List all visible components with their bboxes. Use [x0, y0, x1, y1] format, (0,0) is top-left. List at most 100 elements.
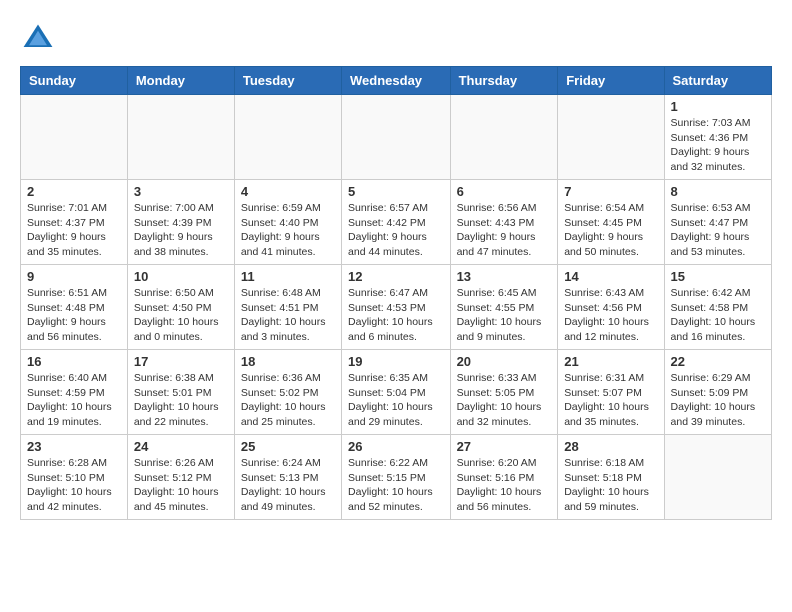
day-info: Sunrise: 6:48 AM Sunset: 4:51 PM Dayligh…	[241, 286, 335, 345]
day-number: 1	[671, 99, 765, 114]
day-number: 13	[457, 269, 552, 284]
calendar-cell	[664, 435, 771, 520]
day-number: 22	[671, 354, 765, 369]
day-info: Sunrise: 6:54 AM Sunset: 4:45 PM Dayligh…	[564, 201, 657, 260]
calendar-cell: 25 Sunrise: 6:24 AM Sunset: 5:13 PM Dayli…	[234, 435, 341, 520]
calendar-cell: 20Sunrise: 6:33 AM Sunset: 5:05 PM Dayli…	[450, 350, 558, 435]
day-number: 5	[348, 184, 444, 199]
day-info: Sunrise: 6:35 AM Sunset: 5:04 PM Dayligh…	[348, 371, 444, 430]
day-number: 25	[241, 439, 335, 454]
day-info: Sunrise: 6:42 AM Sunset: 4:58 PM Dayligh…	[671, 286, 765, 345]
calendar-cell	[234, 95, 341, 180]
day-number: 18	[241, 354, 335, 369]
day-number: 8	[671, 184, 765, 199]
day-info: Sunrise: 6:51 AM Sunset: 4:48 PM Dayligh…	[27, 286, 121, 345]
day-info: Sunrise: 6:29 AM Sunset: 5:09 PM Dayligh…	[671, 371, 765, 430]
calendar-cell: 11 Sunrise: 6:48 AM Sunset: 4:51 PM Dayli…	[234, 265, 341, 350]
calendar-cell: 2 Sunrise: 7:01 AM Sunset: 4:37 PM Daylig…	[21, 180, 128, 265]
day-info: Sunrise: 7:00 AM Sunset: 4:39 PM Dayligh…	[134, 201, 228, 260]
day-number: 27	[457, 439, 552, 454]
calendar-cell	[450, 95, 558, 180]
day-number: 4	[241, 184, 335, 199]
calendar-cell: 4 Sunrise: 6:59 AM Sunset: 4:40 PM Daylig…	[234, 180, 341, 265]
day-number: 7	[564, 184, 657, 199]
day-number: 21	[564, 354, 657, 369]
day-info: Sunrise: 6:53 AM Sunset: 4:47 PM Dayligh…	[671, 201, 765, 260]
day-header-thursday: Thursday	[450, 67, 558, 95]
calendar-cell: 8 Sunrise: 6:53 AM Sunset: 4:47 PM Daylig…	[664, 180, 771, 265]
day-number: 17	[134, 354, 228, 369]
day-info: Sunrise: 6:43 AM Sunset: 4:56 PM Dayligh…	[564, 286, 657, 345]
calendar-cell: 28Sunrise: 6:18 AM Sunset: 5:18 PM Dayli…	[558, 435, 664, 520]
week-row-5: 23 Sunrise: 6:28 AM Sunset: 5:10 PM Dayli…	[21, 435, 772, 520]
day-info: Sunrise: 6:50 AM Sunset: 4:50 PM Dayligh…	[134, 286, 228, 345]
day-header-saturday: Saturday	[664, 67, 771, 95]
calendar-cell: 16Sunrise: 6:40 AM Sunset: 4:59 PM Dayli…	[21, 350, 128, 435]
calendar-cell: 12 Sunrise: 6:47 AM Sunset: 4:53 PM Dayli…	[342, 265, 451, 350]
day-number: 3	[134, 184, 228, 199]
day-number: 9	[27, 269, 121, 284]
calendar-cell: 26 Sunrise: 6:22 AM Sunset: 5:15 PM Dayli…	[342, 435, 451, 520]
day-info: Sunrise: 6:20 AM Sunset: 5:16 PM Dayligh…	[457, 456, 552, 515]
logo-icon	[20, 20, 56, 56]
calendar-header-row: SundayMondayTuesdayWednesdayThursdayFrid…	[21, 67, 772, 95]
day-header-friday: Friday	[558, 67, 664, 95]
calendar-cell: 19 Sunrise: 6:35 AM Sunset: 5:04 PM Dayli…	[342, 350, 451, 435]
calendar-cell: 9 Sunrise: 6:51 AM Sunset: 4:48 PM Daylig…	[21, 265, 128, 350]
calendar-cell: 7 Sunrise: 6:54 AM Sunset: 4:45 PM Daylig…	[558, 180, 664, 265]
day-number: 6	[457, 184, 552, 199]
day-info: Sunrise: 6:18 AM Sunset: 5:18 PM Dayligh…	[564, 456, 657, 515]
logo	[20, 20, 60, 56]
day-number: 24	[134, 439, 228, 454]
day-info: Sunrise: 6:59 AM Sunset: 4:40 PM Dayligh…	[241, 201, 335, 260]
day-header-sunday: Sunday	[21, 67, 128, 95]
day-number: 2	[27, 184, 121, 199]
day-header-tuesday: Tuesday	[234, 67, 341, 95]
week-row-4: 16Sunrise: 6:40 AM Sunset: 4:59 PM Dayli…	[21, 350, 772, 435]
day-header-monday: Monday	[127, 67, 234, 95]
day-info: Sunrise: 6:57 AM Sunset: 4:42 PM Dayligh…	[348, 201, 444, 260]
calendar-cell	[21, 95, 128, 180]
calendar-cell: 10 Sunrise: 6:50 AM Sunset: 4:50 PM Dayli…	[127, 265, 234, 350]
calendar-cell: 15 Sunrise: 6:42 AM Sunset: 4:58 PM Dayli…	[664, 265, 771, 350]
day-number: 23	[27, 439, 121, 454]
day-number: 12	[348, 269, 444, 284]
day-info: Sunrise: 6:47 AM Sunset: 4:53 PM Dayligh…	[348, 286, 444, 345]
day-info: Sunrise: 6:45 AM Sunset: 4:55 PM Dayligh…	[457, 286, 552, 345]
day-number: 10	[134, 269, 228, 284]
day-number: 19	[348, 354, 444, 369]
calendar-cell: 24 Sunrise: 6:26 AM Sunset: 5:12 PM Dayli…	[127, 435, 234, 520]
day-number: 15	[671, 269, 765, 284]
calendar-cell: 17 Sunrise: 6:38 AM Sunset: 5:01 PM Dayli…	[127, 350, 234, 435]
day-number: 26	[348, 439, 444, 454]
day-number: 20	[457, 354, 552, 369]
day-info: Sunrise: 6:38 AM Sunset: 5:01 PM Dayligh…	[134, 371, 228, 430]
day-info: Sunrise: 6:36 AM Sunset: 5:02 PM Dayligh…	[241, 371, 335, 430]
day-number: 11	[241, 269, 335, 284]
calendar-table: SundayMondayTuesdayWednesdayThursdayFrid…	[20, 66, 772, 520]
day-info: Sunrise: 6:22 AM Sunset: 5:15 PM Dayligh…	[348, 456, 444, 515]
day-info: Sunrise: 6:24 AM Sunset: 5:13 PM Dayligh…	[241, 456, 335, 515]
day-header-wednesday: Wednesday	[342, 67, 451, 95]
calendar-cell: 27 Sunrise: 6:20 AM Sunset: 5:16 PM Dayli…	[450, 435, 558, 520]
calendar-cell: 3 Sunrise: 7:00 AM Sunset: 4:39 PM Daylig…	[127, 180, 234, 265]
calendar-cell: 6 Sunrise: 6:56 AM Sunset: 4:43 PM Daylig…	[450, 180, 558, 265]
week-row-2: 2 Sunrise: 7:01 AM Sunset: 4:37 PM Daylig…	[21, 180, 772, 265]
day-info: Sunrise: 7:03 AM Sunset: 4:36 PM Dayligh…	[671, 116, 765, 175]
calendar-cell: 13 Sunrise: 6:45 AM Sunset: 4:55 PM Dayli…	[450, 265, 558, 350]
week-row-3: 9 Sunrise: 6:51 AM Sunset: 4:48 PM Daylig…	[21, 265, 772, 350]
page-header	[20, 20, 772, 56]
day-info: Sunrise: 6:31 AM Sunset: 5:07 PM Dayligh…	[564, 371, 657, 430]
day-number: 16	[27, 354, 121, 369]
calendar-cell: 21 Sunrise: 6:31 AM Sunset: 5:07 PM Dayli…	[558, 350, 664, 435]
calendar-cell: 1 Sunrise: 7:03 AM Sunset: 4:36 PM Daylig…	[664, 95, 771, 180]
calendar-cell: 22 Sunrise: 6:29 AM Sunset: 5:09 PM Dayli…	[664, 350, 771, 435]
day-info: Sunrise: 6:28 AM Sunset: 5:10 PM Dayligh…	[27, 456, 121, 515]
day-info: Sunrise: 7:01 AM Sunset: 4:37 PM Dayligh…	[27, 201, 121, 260]
calendar-cell	[558, 95, 664, 180]
week-row-1: 1 Sunrise: 7:03 AM Sunset: 4:36 PM Daylig…	[21, 95, 772, 180]
calendar-cell: 18 Sunrise: 6:36 AM Sunset: 5:02 PM Dayli…	[234, 350, 341, 435]
calendar-cell: 5 Sunrise: 6:57 AM Sunset: 4:42 PM Daylig…	[342, 180, 451, 265]
day-info: Sunrise: 6:56 AM Sunset: 4:43 PM Dayligh…	[457, 201, 552, 260]
day-info: Sunrise: 6:26 AM Sunset: 5:12 PM Dayligh…	[134, 456, 228, 515]
